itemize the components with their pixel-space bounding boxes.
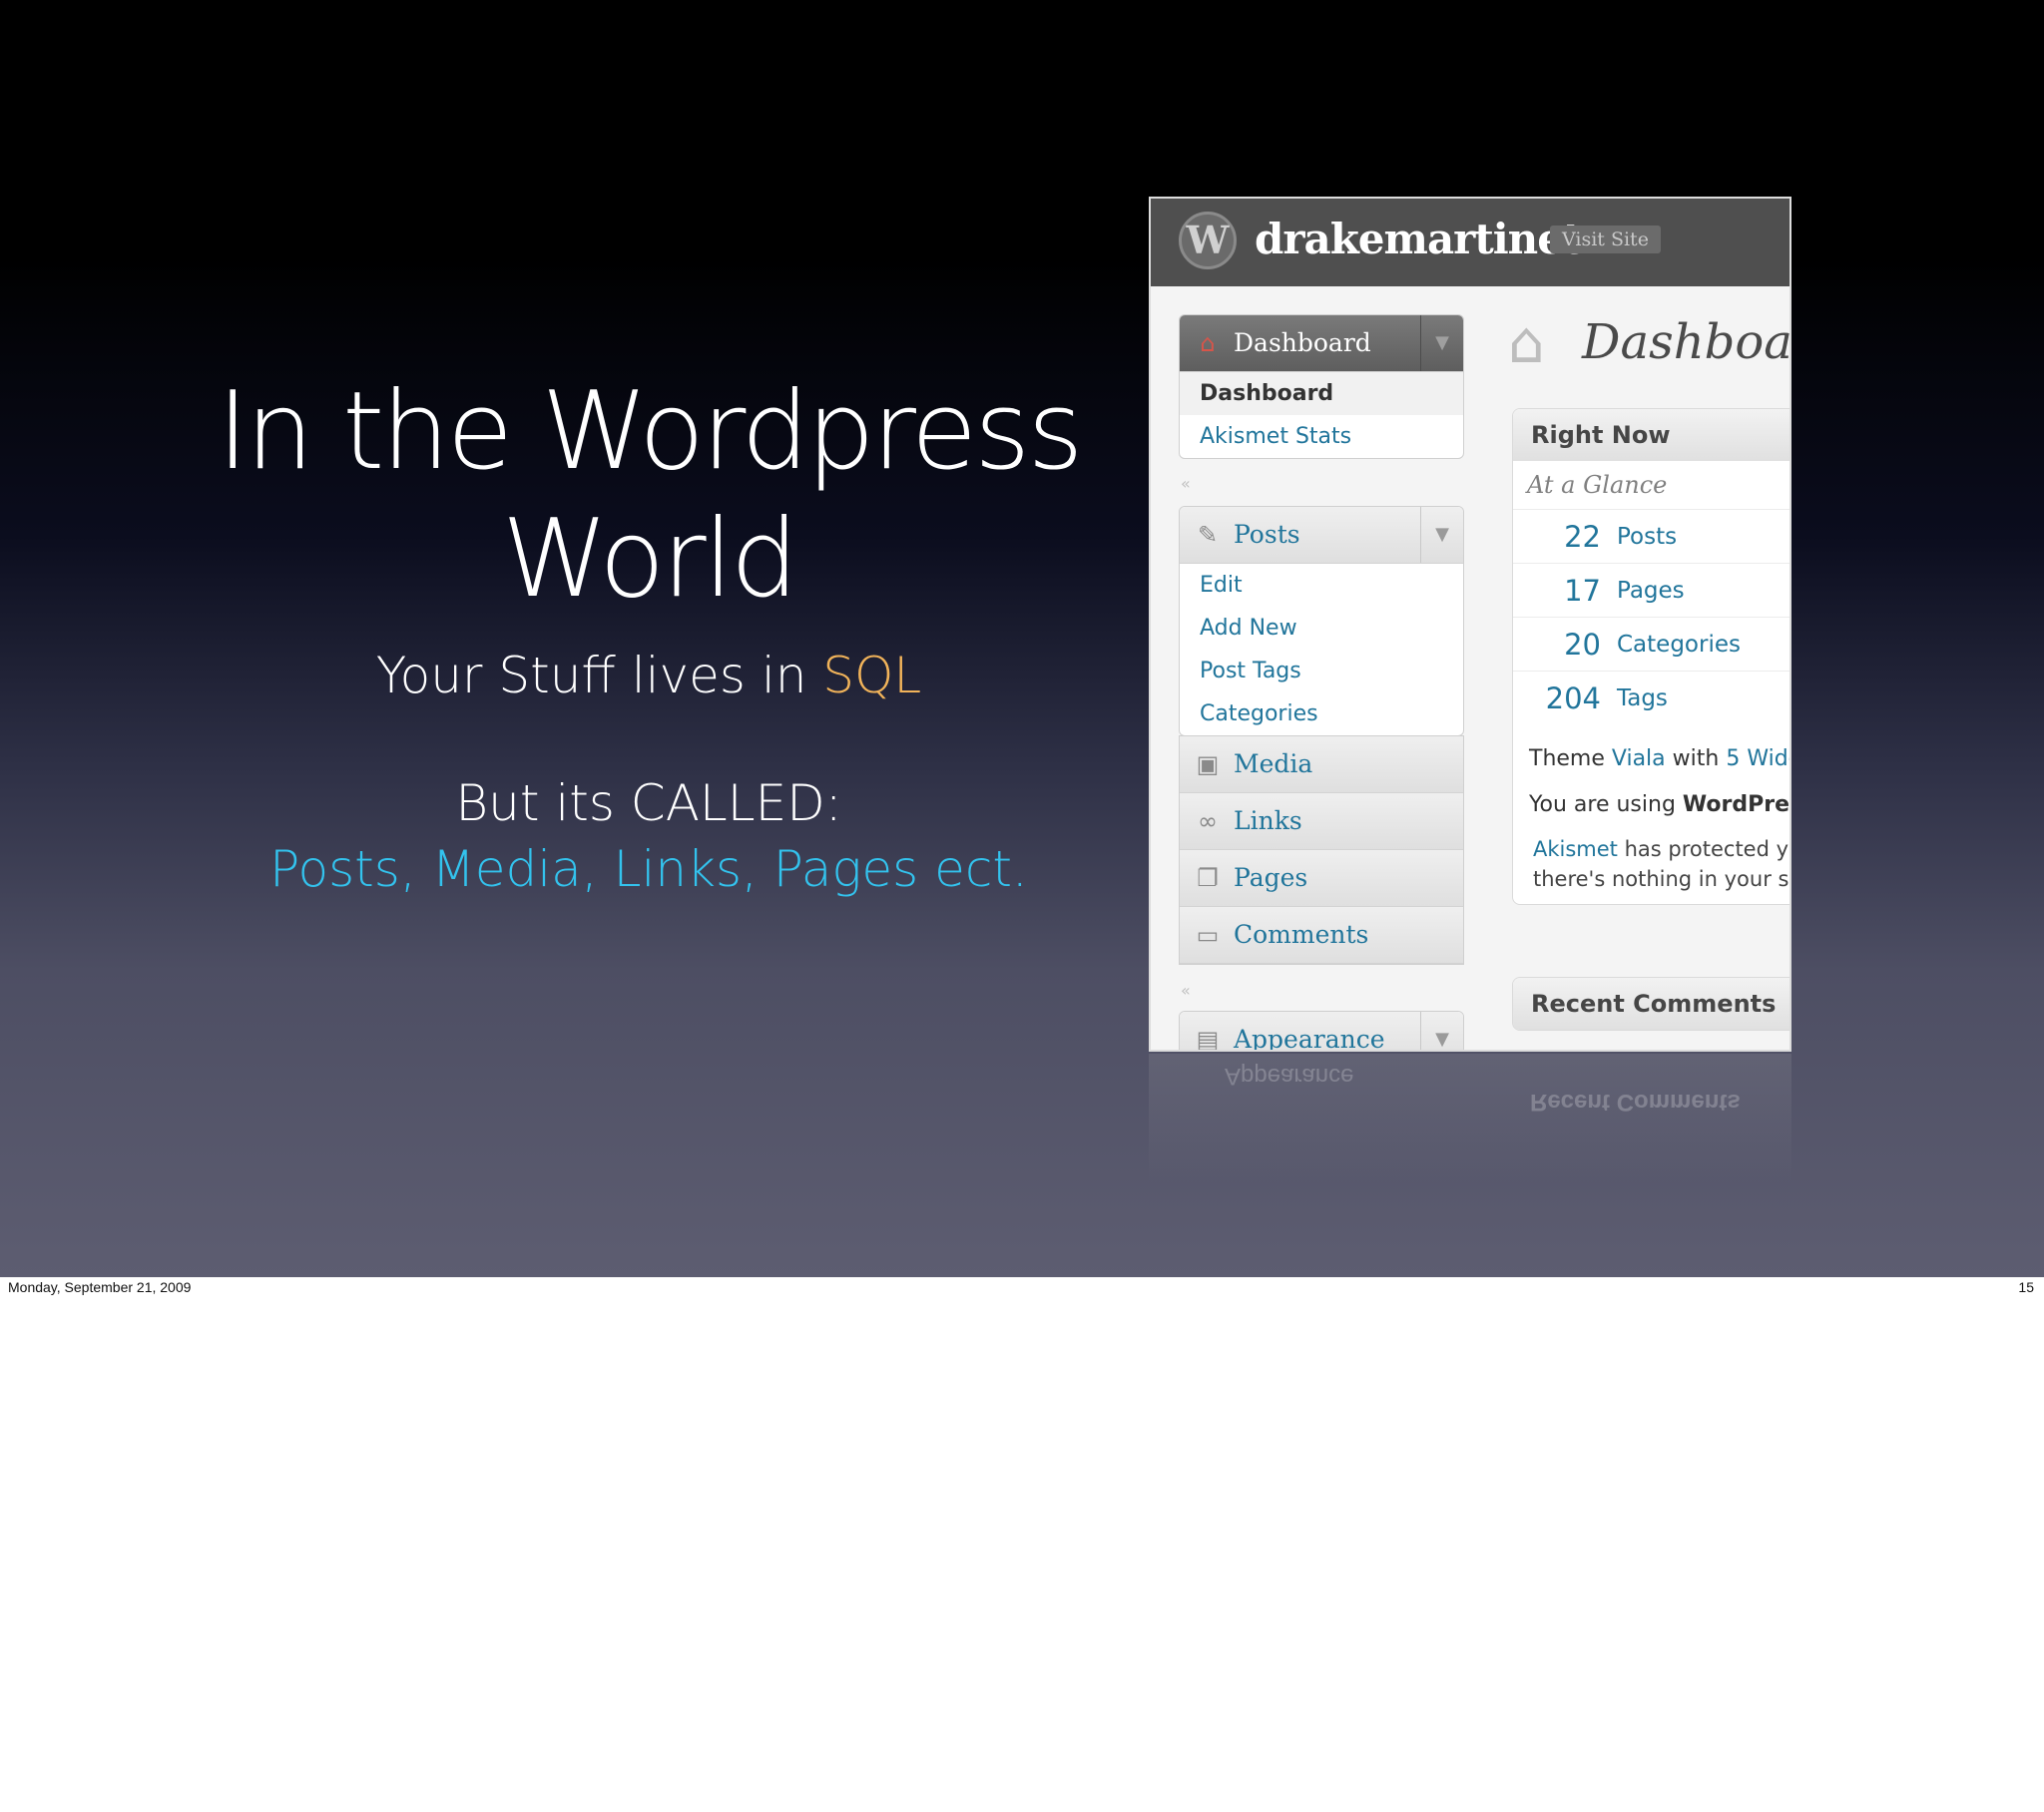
menu-label-comments: Comments <box>1234 920 1369 949</box>
menu-label-links: Links <box>1234 806 1302 835</box>
submenu-edit[interactable]: Edit <box>1180 564 1463 607</box>
right-now-heading[interactable]: Right Now <box>1513 409 1789 461</box>
stat-label[interactable]: Categories <box>1617 632 1741 658</box>
theme-link[interactable]: Viala <box>1612 746 1666 771</box>
menu-head-links[interactable]: ∞ Links <box>1180 793 1463 850</box>
menu-label-appearance: Appearance <box>1234 1025 1385 1052</box>
pushpin-icon: ✎ <box>1197 521 1219 549</box>
menu-head-posts[interactable]: ✎ Posts ▼ <box>1180 507 1463 564</box>
stat-row: 20 Categories <box>1513 618 1789 672</box>
appearance-icon: ▤ <box>1196 1026 1220 1052</box>
menu-head-appearance[interactable]: ▤ Appearance ▼ <box>1180 1012 1463 1052</box>
slide: In the Wordpress World Your Stuff lives … <box>0 0 2044 1277</box>
submenu-post-tags[interactable]: Post Tags <box>1180 650 1463 692</box>
stat-count[interactable]: 17 <box>1513 574 1601 608</box>
footer-date: Monday, September 21, 2009 <box>8 1279 192 1295</box>
version-line: You are using WordPres <box>1513 782 1791 828</box>
submenu-categories[interactable]: Categories <box>1180 692 1463 735</box>
theme-with: with <box>1665 746 1727 771</box>
menu-separator-icon: « <box>1181 981 1191 1000</box>
slide-title-line2: World <box>501 497 799 622</box>
menu-dashboard: ⌂ Dashboard ▼ Dashboard Akismet Stats <box>1179 314 1464 459</box>
stat-row: 22 Posts <box>1513 510 1789 564</box>
house-icon: ⌂ <box>1508 308 1545 376</box>
stat-row: 204 Tags <box>1513 672 1789 724</box>
stat-count[interactable]: 22 <box>1513 520 1601 554</box>
akismet-link[interactable]: Akismet <box>1533 837 1618 861</box>
slide-subtitle: Your Stuff lives in SQL <box>140 647 1158 704</box>
menu-head-media[interactable]: ▣ Media <box>1180 736 1463 793</box>
called-items: Posts, Media, Links, Pages ect. <box>269 840 1028 898</box>
menu-head-dashboard[interactable]: ⌂ Dashboard ▼ <box>1180 315 1463 372</box>
menu-group-content: ▣ Media ∞ Links ❐ Pages ▭ Comments <box>1179 735 1464 965</box>
chevron-down-icon[interactable]: ▼ <box>1420 507 1463 563</box>
admin-header: W drakemartinet Visit Site <box>1151 199 1789 286</box>
visit-site-button[interactable]: Visit Site <box>1550 226 1661 253</box>
subtitle-highlight-sql: SQL <box>822 647 922 704</box>
akismet-line: Akismet has protected y <box>1513 834 1789 864</box>
akismet-line-2: there's nothing in your s <box>1533 867 1789 891</box>
screenshot-reflection: Appearance Recent Comments <box>1149 1054 1791 1183</box>
page-title: Dashboar <box>1582 314 1791 370</box>
recent-comments-heading[interactable]: Recent Comments <box>1513 978 1789 1030</box>
slide-title-line1: In the Wordpress <box>217 369 1083 494</box>
link-icon: ∞ <box>1198 807 1218 835</box>
menu-appearance: ▤ Appearance ▼ <box>1179 1011 1464 1052</box>
reflection-appearance: Appearance <box>1225 1063 1354 1090</box>
stat-label[interactable]: Posts <box>1617 524 1677 550</box>
menu-posts: ✎ Posts ▼ Edit Add New Post Tags Categor… <box>1179 506 1464 736</box>
using-prefix: You are using <box>1529 792 1683 817</box>
menu-label-media: Media <box>1234 749 1313 778</box>
menu-separator-icon: « <box>1181 474 1191 493</box>
menu-head-pages[interactable]: ❐ Pages <box>1180 850 1463 907</box>
comment-bubble-icon: ▭ <box>1196 921 1220 949</box>
right-now-box: Right Now At a Glance 22 Posts 17 Pages … <box>1512 408 1791 905</box>
widgets-link[interactable]: 5 Widg <box>1726 746 1789 771</box>
wordpress-screenshot: W drakemartinet Visit Site ⌂ Dashboard ▼… <box>1149 197 1791 1052</box>
menu-label-posts: Posts <box>1234 520 1300 549</box>
subtitle-prefix: Your Stuff lives in <box>375 647 823 704</box>
home-icon: ⌂ <box>1200 329 1216 357</box>
menu-head-comments[interactable]: ▭ Comments <box>1180 907 1463 964</box>
recent-comments-box: Recent Comments <box>1512 977 1789 1031</box>
reflection-recent-comments: Recent Comments <box>1530 1089 1741 1116</box>
theme-line: Theme Viala with 5 Widg <box>1513 736 1789 782</box>
stat-label[interactable]: Pages <box>1617 578 1685 604</box>
site-name[interactable]: drakemartinet <box>1255 215 1582 263</box>
stat-row: 17 Pages <box>1513 564 1789 618</box>
at-a-glance: At a Glance <box>1513 461 1789 510</box>
called-line: But its CALLED: <box>455 774 842 832</box>
chevron-down-icon[interactable]: ▼ <box>1420 1012 1463 1050</box>
pages-icon: ❐ <box>1197 864 1219 892</box>
wordpress-logo-icon[interactable]: W <box>1179 212 1237 269</box>
theme-prefix: Theme <box>1529 746 1612 771</box>
menu-label-dashboard: Dashboard <box>1234 328 1371 357</box>
wordpress-version: WordPres <box>1682 792 1791 817</box>
menu-label-pages: Pages <box>1234 863 1308 892</box>
chevron-down-icon[interactable]: ▼ <box>1420 315 1463 371</box>
submenu-akismet-stats[interactable]: Akismet Stats <box>1180 415 1463 458</box>
akismet-text: has protected y <box>1617 837 1789 861</box>
stat-count[interactable]: 204 <box>1513 681 1601 715</box>
submenu-add-new[interactable]: Add New <box>1180 607 1463 650</box>
footer-page-number: 15 <box>2018 1279 2034 1295</box>
media-icon: ▣ <box>1196 750 1220 778</box>
submenu-dashboard[interactable]: Dashboard <box>1180 372 1463 415</box>
stat-count[interactable]: 20 <box>1513 628 1601 662</box>
stat-label[interactable]: Tags <box>1617 685 1668 711</box>
